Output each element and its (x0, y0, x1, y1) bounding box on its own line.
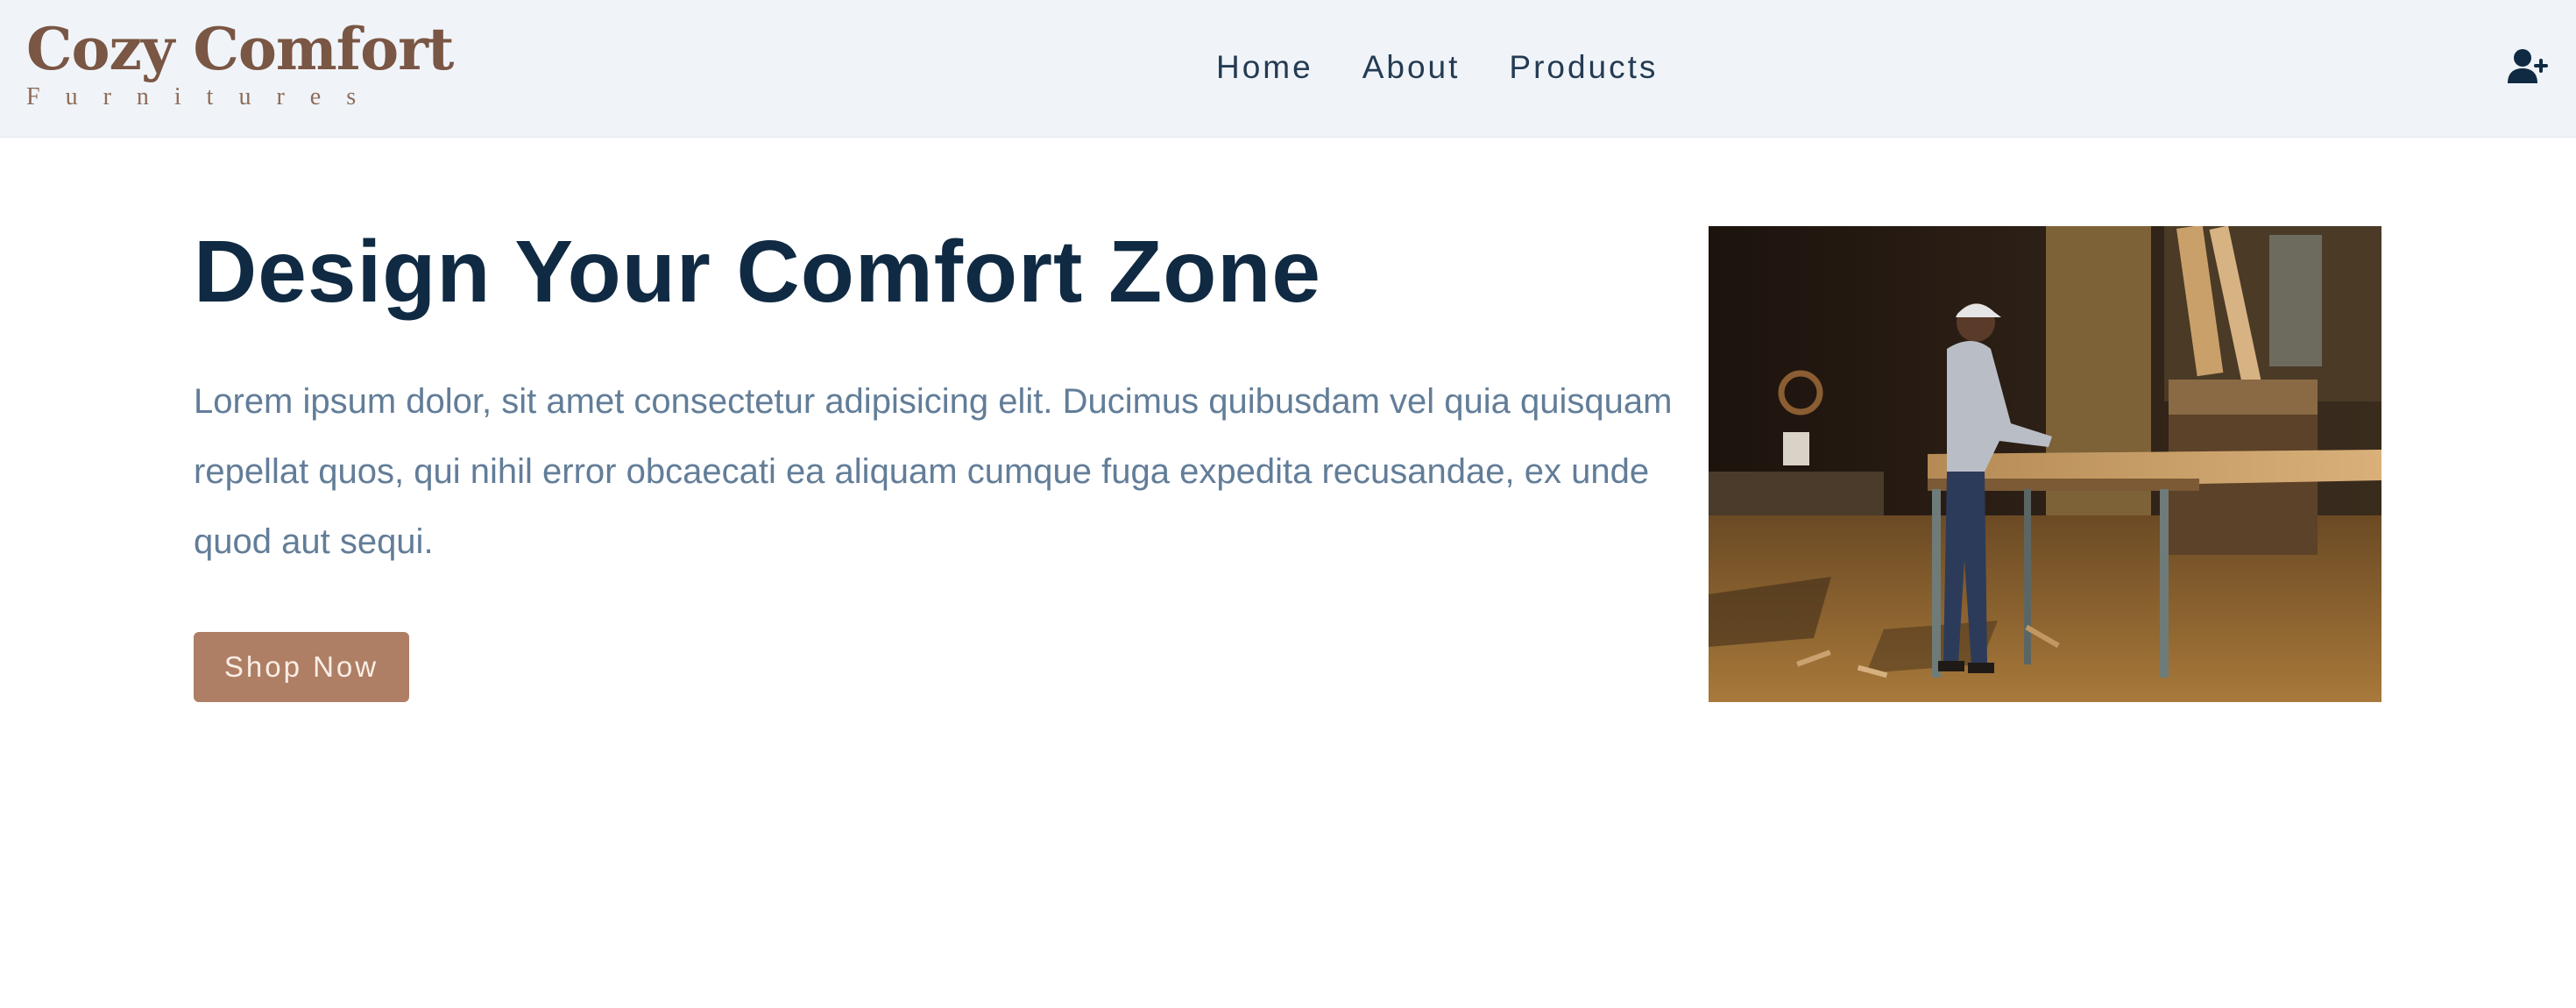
brand-name: Cozy Comfort (26, 15, 454, 83)
shop-now-button[interactable]: Shop Now (194, 632, 409, 702)
nav-link-home[interactable]: Home (1216, 49, 1313, 86)
hero-description: Lorem ipsum dolor, sit amet consectetur … (194, 382, 1673, 561)
nav-link-about[interactable]: About (1362, 49, 1461, 86)
nav-link-products[interactable]: Products (1509, 49, 1658, 86)
hero-image (1709, 226, 2381, 702)
user-plus-icon[interactable] (2508, 48, 2550, 85)
brand-tagline: Furnitures (26, 83, 382, 110)
hero-title: Design Your Comfort Zone (194, 223, 1321, 321)
navbar: Cozy Comfort Furnitures Home About Produ… (0, 0, 2576, 138)
logo[interactable]: Cozy Comfort Furnitures (26, 15, 454, 110)
nav-links: Home About Products (1216, 46, 1658, 89)
